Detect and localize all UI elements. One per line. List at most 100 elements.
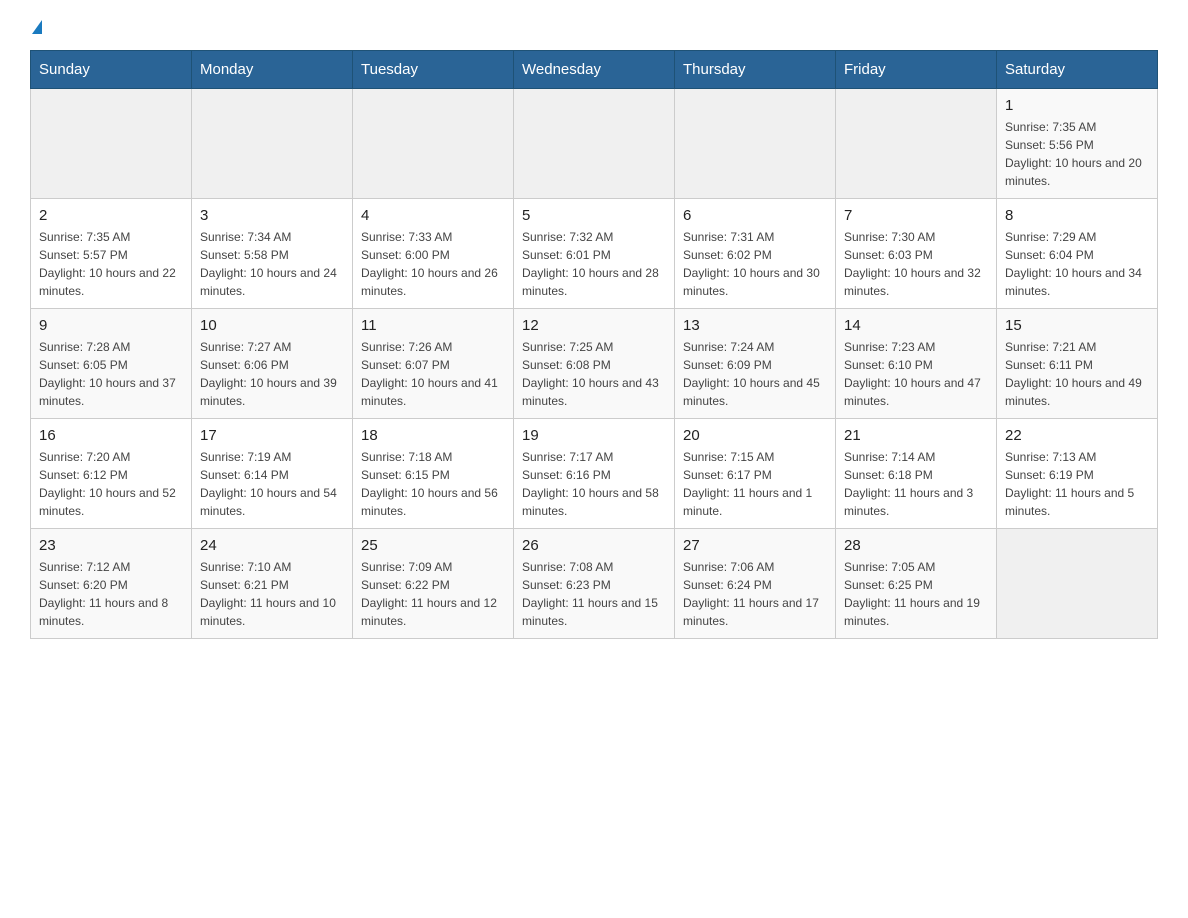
- day-info: Sunrise: 7:19 AM Sunset: 6:14 PM Dayligh…: [200, 448, 344, 520]
- calendar-cell: 9Sunrise: 7:28 AM Sunset: 6:05 PM Daylig…: [31, 309, 192, 419]
- calendar-cell: [675, 89, 836, 199]
- calendar-week-row: 23 Sunrise: 7:12 AM Sunset: 6:20 PM Dayli…: [31, 529, 1158, 639]
- calendar-cell: 12 Sunrise: 7:25 AM Sunset: 6:08 PM Dayli…: [514, 309, 675, 419]
- day-number: 12: [522, 317, 666, 334]
- calendar-week-row: 2 Sunrise: 7:35 AM Sunset: 5:57 PM Daylig…: [31, 199, 1158, 309]
- calendar-cell: 15 Sunrise: 7:21 AM Sunset: 6:11 PM Dayli…: [997, 309, 1158, 419]
- calendar-cell: 25 Sunrise: 7:09 AM Sunset: 6:22 PM Dayli…: [353, 529, 514, 639]
- calendar-cell: 28 Sunrise: 7:05 AM Sunset: 6:25 PM Dayli…: [836, 529, 997, 639]
- day-info: Sunrise: 7:15 AM Sunset: 6:17 PM Dayligh…: [683, 448, 827, 520]
- page-header: [30, 20, 1158, 34]
- day-number: 15: [1005, 317, 1149, 334]
- day-number: 19: [522, 427, 666, 444]
- calendar-cell: [31, 89, 192, 199]
- calendar-cell: [514, 89, 675, 199]
- calendar-cell: 7 Sunrise: 7:30 AM Sunset: 6:03 PM Daylig…: [836, 199, 997, 309]
- calendar-cell: 5 Sunrise: 7:32 AM Sunset: 6:01 PM Daylig…: [514, 199, 675, 309]
- day-number: 5: [522, 207, 666, 224]
- day-number: 20: [683, 427, 827, 444]
- day-info: Sunrise: 7:14 AM Sunset: 6:18 PM Dayligh…: [844, 448, 988, 520]
- header-cell-sunday: Sunday: [31, 51, 192, 89]
- calendar-week-row: 1Sunrise: 7:35 AM Sunset: 5:56 PM Daylig…: [31, 89, 1158, 199]
- day-number: 13: [683, 317, 827, 334]
- day-info: Sunrise: 7:35 AM Sunset: 5:57 PM Dayligh…: [39, 228, 183, 300]
- day-info: Sunrise: 7:31 AM Sunset: 6:02 PM Dayligh…: [683, 228, 827, 300]
- calendar-cell: 16Sunrise: 7:20 AM Sunset: 6:12 PM Dayli…: [31, 419, 192, 529]
- day-number: 21: [844, 427, 988, 444]
- day-number: 14: [844, 317, 988, 334]
- calendar-cell: [353, 89, 514, 199]
- day-number: 2: [39, 207, 183, 224]
- header-cell-friday: Friday: [836, 51, 997, 89]
- calendar-cell: 11Sunrise: 7:26 AM Sunset: 6:07 PM Dayli…: [353, 309, 514, 419]
- day-info: Sunrise: 7:23 AM Sunset: 6:10 PM Dayligh…: [844, 338, 988, 410]
- day-number: 11: [361, 317, 505, 334]
- calendar-cell: 2 Sunrise: 7:35 AM Sunset: 5:57 PM Daylig…: [31, 199, 192, 309]
- day-info: Sunrise: 7:05 AM Sunset: 6:25 PM Dayligh…: [844, 558, 988, 630]
- day-info: Sunrise: 7:30 AM Sunset: 6:03 PM Dayligh…: [844, 228, 988, 300]
- day-number: 24: [200, 537, 344, 554]
- logo: [30, 20, 42, 34]
- calendar-cell: 27 Sunrise: 7:06 AM Sunset: 6:24 PM Dayli…: [675, 529, 836, 639]
- logo-triangle-icon: [32, 20, 42, 34]
- day-number: 27: [683, 537, 827, 554]
- calendar-cell: [836, 89, 997, 199]
- day-info: Sunrise: 7:12 AM Sunset: 6:20 PM Dayligh…: [39, 558, 183, 630]
- day-number: 4: [361, 207, 505, 224]
- calendar-cell: 24 Sunrise: 7:10 AM Sunset: 6:21 PM Dayli…: [192, 529, 353, 639]
- calendar-cell: 17 Sunrise: 7:19 AM Sunset: 6:14 PM Dayli…: [192, 419, 353, 529]
- day-info: Sunrise: 7:21 AM Sunset: 6:11 PM Dayligh…: [1005, 338, 1149, 410]
- calendar-cell: 10 Sunrise: 7:27 AM Sunset: 6:06 PM Dayli…: [192, 309, 353, 419]
- calendar-week-row: 9Sunrise: 7:28 AM Sunset: 6:05 PM Daylig…: [31, 309, 1158, 419]
- calendar-cell: 18Sunrise: 7:18 AM Sunset: 6:15 PM Dayli…: [353, 419, 514, 529]
- calendar-cell: [997, 529, 1158, 639]
- day-number: 8: [1005, 207, 1149, 224]
- day-info: Sunrise: 7:34 AM Sunset: 5:58 PM Dayligh…: [200, 228, 344, 300]
- day-number: 7: [844, 207, 988, 224]
- calendar-cell: 6 Sunrise: 7:31 AM Sunset: 6:02 PM Daylig…: [675, 199, 836, 309]
- day-info: Sunrise: 7:33 AM Sunset: 6:00 PM Dayligh…: [361, 228, 505, 300]
- day-number: 10: [200, 317, 344, 334]
- day-info: Sunrise: 7:06 AM Sunset: 6:24 PM Dayligh…: [683, 558, 827, 630]
- day-info: Sunrise: 7:28 AM Sunset: 6:05 PM Dayligh…: [39, 338, 183, 410]
- calendar-week-row: 16Sunrise: 7:20 AM Sunset: 6:12 PM Dayli…: [31, 419, 1158, 529]
- day-info: Sunrise: 7:27 AM Sunset: 6:06 PM Dayligh…: [200, 338, 344, 410]
- header-cell-thursday: Thursday: [675, 51, 836, 89]
- day-info: Sunrise: 7:29 AM Sunset: 6:04 PM Dayligh…: [1005, 228, 1149, 300]
- day-info: Sunrise: 7:25 AM Sunset: 6:08 PM Dayligh…: [522, 338, 666, 410]
- day-info: Sunrise: 7:17 AM Sunset: 6:16 PM Dayligh…: [522, 448, 666, 520]
- day-info: Sunrise: 7:08 AM Sunset: 6:23 PM Dayligh…: [522, 558, 666, 630]
- calendar-cell: 8 Sunrise: 7:29 AM Sunset: 6:04 PM Daylig…: [997, 199, 1158, 309]
- calendar-cell: 13 Sunrise: 7:24 AM Sunset: 6:09 PM Dayli…: [675, 309, 836, 419]
- calendar-cell: 1Sunrise: 7:35 AM Sunset: 5:56 PM Daylig…: [997, 89, 1158, 199]
- calendar-cell: [192, 89, 353, 199]
- calendar-cell: 3 Sunrise: 7:34 AM Sunset: 5:58 PM Daylig…: [192, 199, 353, 309]
- calendar-cell: 20 Sunrise: 7:15 AM Sunset: 6:17 PM Dayli…: [675, 419, 836, 529]
- day-number: 26: [522, 537, 666, 554]
- day-number: 28: [844, 537, 988, 554]
- calendar-header-row: SundayMondayTuesdayWednesdayThursdayFrid…: [31, 51, 1158, 89]
- day-info: Sunrise: 7:09 AM Sunset: 6:22 PM Dayligh…: [361, 558, 505, 630]
- day-number: 3: [200, 207, 344, 224]
- calendar-cell: 14 Sunrise: 7:23 AM Sunset: 6:10 PM Dayli…: [836, 309, 997, 419]
- header-cell-wednesday: Wednesday: [514, 51, 675, 89]
- day-number: 6: [683, 207, 827, 224]
- day-number: 1: [1005, 97, 1149, 114]
- day-info: Sunrise: 7:32 AM Sunset: 6:01 PM Dayligh…: [522, 228, 666, 300]
- calendar-table: SundayMondayTuesdayWednesdayThursdayFrid…: [30, 50, 1158, 639]
- day-info: Sunrise: 7:24 AM Sunset: 6:09 PM Dayligh…: [683, 338, 827, 410]
- calendar-cell: 4 Sunrise: 7:33 AM Sunset: 6:00 PM Daylig…: [353, 199, 514, 309]
- day-number: 16: [39, 427, 183, 444]
- day-number: 23: [39, 537, 183, 554]
- calendar-cell: 23 Sunrise: 7:12 AM Sunset: 6:20 PM Dayli…: [31, 529, 192, 639]
- header-cell-tuesday: Tuesday: [353, 51, 514, 89]
- header-cell-saturday: Saturday: [997, 51, 1158, 89]
- day-info: Sunrise: 7:13 AM Sunset: 6:19 PM Dayligh…: [1005, 448, 1149, 520]
- calendar-cell: 21 Sunrise: 7:14 AM Sunset: 6:18 PM Dayli…: [836, 419, 997, 529]
- day-number: 22: [1005, 427, 1149, 444]
- calendar-cell: 26 Sunrise: 7:08 AM Sunset: 6:23 PM Dayli…: [514, 529, 675, 639]
- day-number: 17: [200, 427, 344, 444]
- day-info: Sunrise: 7:10 AM Sunset: 6:21 PM Dayligh…: [200, 558, 344, 630]
- day-number: 25: [361, 537, 505, 554]
- calendar-cell: 19 Sunrise: 7:17 AM Sunset: 6:16 PM Dayli…: [514, 419, 675, 529]
